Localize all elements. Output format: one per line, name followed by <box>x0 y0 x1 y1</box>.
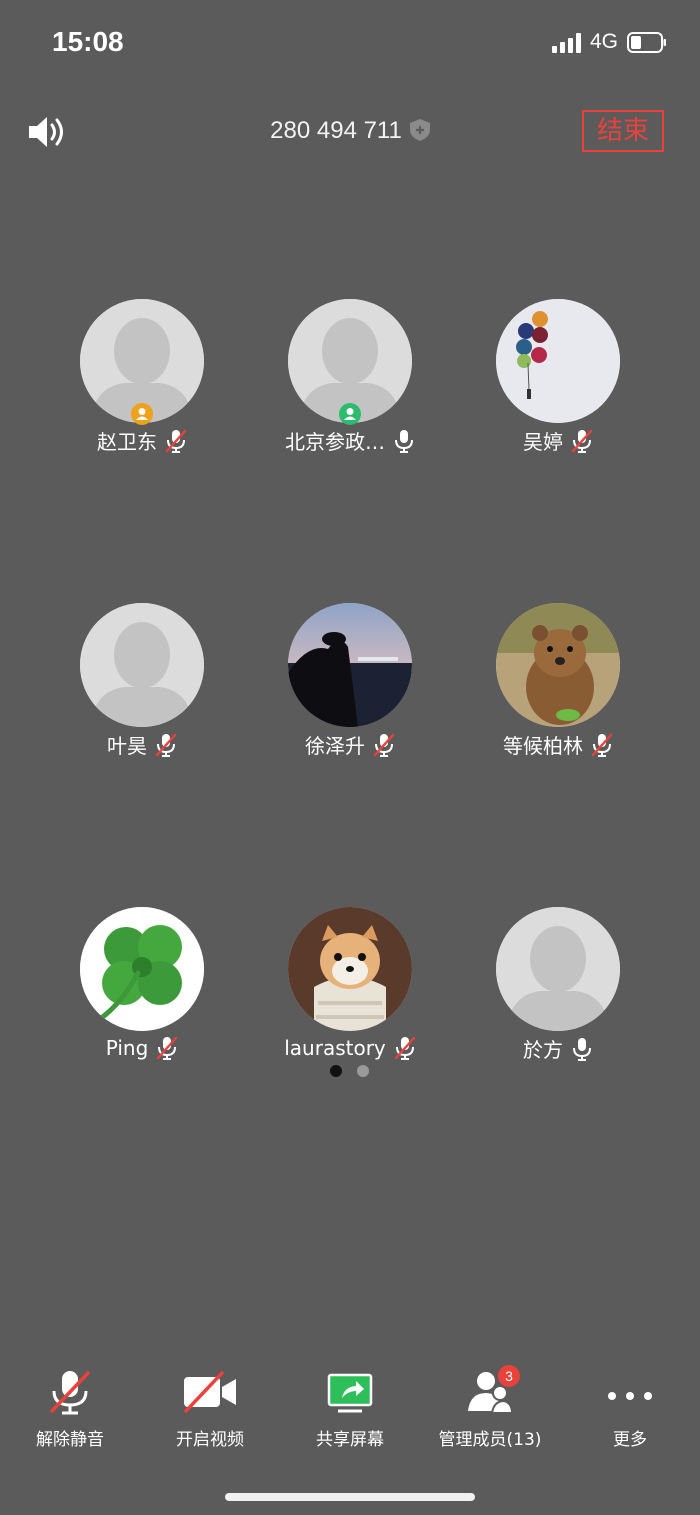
mic-muted-icon <box>591 733 613 757</box>
more-button[interactable]: 更多 <box>560 1365 700 1455</box>
participant-tile[interactable]: 吴婷 <box>458 299 658 479</box>
camera-off-icon <box>184 1371 236 1413</box>
participant-name-row: laurastory <box>250 1034 450 1061</box>
participant-name: 北京参政… <box>285 430 385 454</box>
participant-name: Ping <box>105 1035 149 1060</box>
participant-name: laurastory <box>284 1035 386 1060</box>
participant-tile[interactable]: 於方 <box>458 907 658 1087</box>
status-time: 15:08 <box>52 26 124 57</box>
mic-muted-icon <box>165 429 187 453</box>
page-dot-active[interactable] <box>330 1065 342 1077</box>
participant-name: 徐泽升 <box>305 734 365 758</box>
share-screen-label: 共享屏幕 <box>316 1430 384 1450</box>
unmute-label: 解除静音 <box>36 1430 104 1450</box>
participant-name-row: 徐泽升 <box>250 730 450 759</box>
quokka-photo-avatar <box>496 603 620 727</box>
participant-name: 等候柏林 <box>503 734 583 758</box>
meeting-toolbar: 解除静音 开启视频 共享屏幕 3 管理成员(13) 更多 <box>0 1365 700 1455</box>
participant-name-row: 吴婷 <box>458 426 658 455</box>
page-dot[interactable] <box>357 1065 369 1077</box>
participant-name-row: 叶昊 <box>42 730 242 759</box>
manage-members-button[interactable]: 3 管理成员(13) <box>420 1365 560 1455</box>
default-avatar <box>80 603 204 727</box>
meeting-id-number: 280 494 711 <box>270 117 402 144</box>
shield-icon[interactable] <box>409 119 430 141</box>
participant-tile[interactable]: 赵卫东 <box>42 299 242 479</box>
participant-tile[interactable]: laurastory <box>250 907 450 1087</box>
clover-avatar <box>80 907 204 1031</box>
participant-tile[interactable]: 徐泽升 <box>250 603 450 783</box>
member-request-badge: 3 <box>498 1365 520 1387</box>
participant-name: 吴婷 <box>523 430 563 454</box>
end-meeting-button[interactable]: 结束 <box>582 110 664 152</box>
night-sea-photo-avatar <box>288 603 412 727</box>
participant-name-row: 等候柏林 <box>458 730 658 759</box>
host-badge-icon <box>131 403 153 425</box>
network-type: 4G <box>590 30 619 53</box>
more-dots-icon <box>608 1392 652 1400</box>
home-indicator[interactable] <box>225 1493 475 1501</box>
participant-tile[interactable]: 等候柏林 <box>458 603 658 783</box>
status-bar: 15:08 4G <box>0 0 700 84</box>
mic-muted-icon <box>571 429 593 453</box>
participant-name-row: 赵卫东 <box>42 426 242 455</box>
participant-tile[interactable]: Ping <box>42 907 242 1087</box>
share-screen-icon <box>327 1373 373 1413</box>
participant-name-row: 於方 <box>458 1034 658 1063</box>
share-screen-button[interactable]: 共享屏幕 <box>280 1365 420 1455</box>
participant-tile[interactable]: 北京参政… <box>250 299 450 479</box>
mic-muted-icon <box>155 733 177 757</box>
default-avatar <box>496 907 620 1031</box>
unmute-button[interactable]: 解除静音 <box>0 1365 140 1455</box>
mic-muted-icon <box>50 1371 90 1415</box>
battery-icon <box>627 32 666 53</box>
balloons-photo-avatar <box>496 299 620 423</box>
manage-members-label: 管理成员(13) <box>438 1430 542 1450</box>
participant-name-row: Ping <box>42 1034 242 1061</box>
mic-on-icon <box>395 429 413 453</box>
more-label: 更多 <box>613 1430 647 1450</box>
mic-muted-icon <box>373 733 395 757</box>
mic-muted-icon <box>394 1036 415 1060</box>
start-video-label: 开启视频 <box>176 1430 244 1450</box>
cohost-badge-icon <box>339 403 361 425</box>
mic-muted-icon <box>157 1036 178 1060</box>
participant-tile[interactable]: 叶昊 <box>42 603 242 783</box>
participant-name-row: 北京参政… <box>250 426 450 455</box>
participant-name: 赵卫东 <box>97 430 157 454</box>
participant-name: 於方 <box>523 1038 563 1062</box>
participant-name: 叶昊 <box>107 734 147 758</box>
mic-on-icon <box>573 1037 591 1061</box>
signal-icon <box>552 33 581 53</box>
dog-photo-avatar <box>288 907 412 1031</box>
start-video-button[interactable]: 开启视频 <box>140 1365 280 1455</box>
